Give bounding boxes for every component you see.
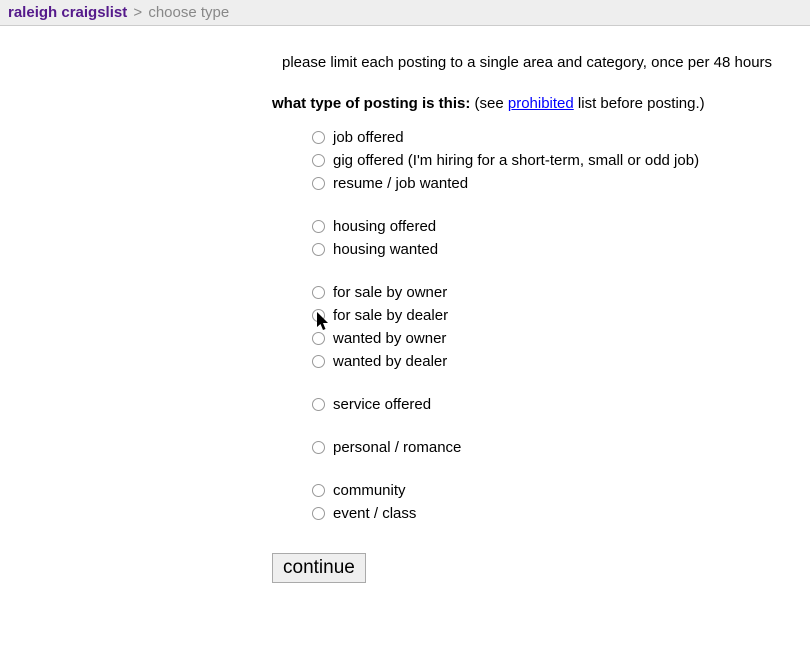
group-separator — [312, 416, 810, 436]
radio-icon — [312, 286, 325, 299]
radio-option[interactable]: personal / romance — [312, 436, 810, 459]
question-paren-close: list before posting.) — [574, 95, 705, 112]
question-paren-open: (see — [470, 95, 508, 112]
radio-label: for sale by owner — [333, 284, 447, 301]
radio-icon — [312, 355, 325, 368]
radio-option[interactable]: service offered — [312, 393, 810, 416]
breadcrumb-link-site[interactable]: raleigh craigslist — [8, 4, 127, 21]
radio-option[interactable]: job offered — [312, 126, 810, 149]
radio-icon — [312, 484, 325, 497]
radio-option[interactable]: housing wanted — [312, 238, 810, 261]
radio-label: event / class — [333, 505, 416, 522]
question-bold: what type of posting is this: — [272, 95, 470, 112]
breadcrumb: raleigh craigslist > choose type — [0, 0, 810, 26]
radio-label: housing wanted — [333, 241, 438, 258]
radio-option[interactable]: wanted by dealer — [312, 350, 810, 373]
radio-icon — [312, 177, 325, 190]
posting-type-question: what type of posting is this: (see prohi… — [272, 95, 810, 112]
radio-label: job offered — [333, 129, 404, 146]
radio-label: community — [333, 482, 406, 499]
radio-icon — [312, 243, 325, 256]
breadcrumb-current: choose type — [148, 4, 229, 21]
radio-option[interactable]: for sale by owner — [312, 281, 810, 304]
radio-option[interactable]: housing offered — [312, 215, 810, 238]
radio-label: wanted by owner — [333, 330, 446, 347]
radio-option[interactable]: wanted by owner — [312, 327, 810, 350]
radio-icon — [312, 131, 325, 144]
radio-icon — [312, 309, 325, 322]
group-separator — [312, 373, 810, 393]
prohibited-link[interactable]: prohibited — [508, 95, 574, 112]
radio-option[interactable]: resume / job wanted — [312, 172, 810, 195]
radio-option[interactable]: event / class — [312, 502, 810, 525]
radio-icon — [312, 220, 325, 233]
radio-icon — [312, 441, 325, 454]
radio-option[interactable]: for sale by dealer — [312, 304, 810, 327]
posting-type-options: job offered gig offered (I'm hiring for a… — [272, 126, 810, 525]
radio-label: for sale by dealer — [333, 307, 448, 324]
group-separator — [312, 261, 810, 281]
continue-button[interactable]: continue — [272, 553, 366, 583]
radio-label: service offered — [333, 396, 431, 413]
radio-icon — [312, 398, 325, 411]
radio-label: wanted by dealer — [333, 353, 447, 370]
group-separator — [312, 459, 810, 479]
radio-label: housing offered — [333, 218, 436, 235]
radio-icon — [312, 507, 325, 520]
main-content: please limit each posting to a single ar… — [0, 26, 810, 583]
radio-icon — [312, 332, 325, 345]
radio-option[interactable]: community — [312, 479, 810, 502]
radio-label: gig offered (I'm hiring for a short-term… — [333, 152, 699, 169]
radio-option[interactable]: gig offered (I'm hiring for a short-term… — [312, 149, 810, 172]
breadcrumb-separator: > — [131, 4, 144, 21]
group-separator — [312, 195, 810, 215]
radio-label: personal / romance — [333, 439, 461, 456]
radio-label: resume / job wanted — [333, 175, 468, 192]
posting-notice: please limit each posting to a single ar… — [282, 54, 810, 71]
radio-icon — [312, 154, 325, 167]
